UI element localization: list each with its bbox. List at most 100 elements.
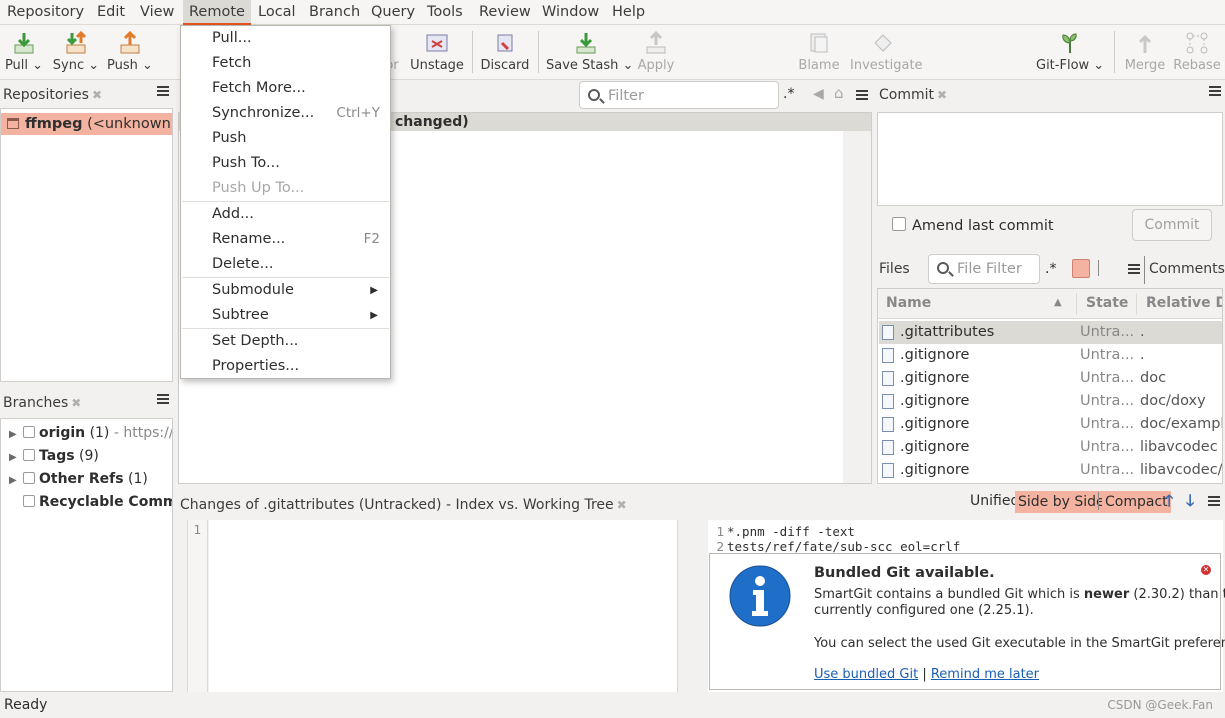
git-flow-button[interactable]: Git-Flow ⌄ (1036, 25, 1104, 80)
menu-local[interactable]: Local (252, 0, 302, 25)
menu-item-pull[interactable]: Pull... (181, 26, 390, 51)
menu-item-fetch[interactable]: Fetch (181, 51, 390, 76)
regex-toggle[interactable]: .* (783, 86, 794, 102)
checkbox[interactable] (23, 472, 35, 484)
expand-icon[interactable]: ▶ (9, 446, 23, 469)
back-icon[interactable]: ◀ (813, 86, 824, 102)
use-bundled-git-link[interactable]: Use bundled Git (814, 667, 918, 682)
scrollbar[interactable] (843, 131, 871, 483)
apply-button[interactable]: Apply (636, 25, 676, 80)
menu-item-push-up-to[interactable]: Push Up To... (181, 176, 390, 201)
home-icon[interactable]: ⌂ (834, 84, 844, 102)
menu-icon[interactable] (1208, 496, 1220, 506)
expand-icon[interactable]: ▶ (9, 469, 23, 492)
checkbox[interactable] (23, 449, 35, 461)
next-change-icon[interactable]: 🡓 (1186, 490, 1194, 517)
file-icon (882, 463, 894, 478)
investigate-button[interactable]: Investigate (850, 25, 923, 80)
blame-button[interactable]: Blame (796, 25, 842, 80)
checkbox[interactable] (892, 217, 906, 231)
comments-tab[interactable]: Comments (1149, 261, 1225, 277)
close-icon[interactable]: ✕ (1201, 565, 1211, 575)
table-row[interactable]: .gitignore Untra.... (879, 344, 1222, 367)
left-diff-pane[interactable] (209, 520, 678, 692)
menu-icon[interactable] (856, 90, 868, 100)
table-row[interactable]: .gitattributes Untra.... (879, 321, 1222, 344)
commit-message-input[interactable] (877, 112, 1223, 206)
file-icon (882, 394, 894, 409)
file-filter-icon[interactable] (1072, 259, 1090, 278)
menu-review[interactable]: Review (473, 0, 537, 25)
menu-tools[interactable]: Tools (421, 0, 469, 25)
table-row[interactable]: .gitignore Untra... doc (879, 367, 1222, 390)
commit-button[interactable]: Commit (1132, 209, 1212, 241)
menu-item-fetch-more[interactable]: Fetch More... (181, 76, 390, 101)
close-icon[interactable]: ✖ (71, 396, 81, 410)
menu-help[interactable]: Help (606, 0, 651, 25)
repositories-panel: ffmpeg (<unknown (0, 108, 173, 382)
close-icon[interactable]: ✖ (617, 498, 627, 512)
unstage-button[interactable]: Unstage (408, 25, 466, 80)
merge-button[interactable]: Merge (1124, 25, 1166, 80)
prev-change-icon[interactable]: 🡑 (1165, 490, 1173, 517)
pull-button[interactable]: Pull ⌄ (2, 25, 46, 80)
column-state[interactable]: State (1086, 289, 1128, 317)
menu-item-properties[interactable]: Properties... (181, 354, 390, 379)
menu-item-synchronize[interactable]: Synchronize... Ctrl+Y (181, 101, 390, 126)
side-by-side-toggle[interactable]: Side by Side (1015, 491, 1108, 513)
menu-window[interactable]: Window (536, 0, 605, 25)
push-icon (120, 31, 140, 54)
menu-item-push-to[interactable]: Push To... (181, 151, 390, 176)
table-row[interactable]: .gitignore Untra... libavcodec (879, 436, 1222, 459)
table-row[interactable]: .gitignore Untra... doc/doxy (879, 390, 1222, 413)
close-icon[interactable]: ✖ (92, 88, 102, 102)
regex-toggle[interactable]: .* (1045, 261, 1056, 277)
checkbox[interactable] (23, 426, 35, 438)
menu-item-push[interactable]: Push (181, 126, 390, 151)
menu-icon[interactable] (157, 86, 169, 96)
repository-item[interactable]: ffmpeg (<unknown (1, 113, 172, 135)
amend-checkbox[interactable]: Amend last commit (892, 217, 1054, 234)
push-button[interactable]: Push ⌄ (106, 25, 154, 80)
menu-view[interactable]: View (134, 0, 180, 25)
menu-edit[interactable]: Edit (91, 0, 131, 25)
discard-button[interactable]: Discard (480, 25, 530, 80)
branch-tags[interactable]: ▶ Tags (9) (9, 445, 99, 468)
close-icon[interactable]: ✖ (937, 88, 947, 102)
menu-branch[interactable]: Branch (303, 0, 366, 25)
sort-asc-icon: ▲ (1054, 297, 1062, 308)
column-relative-dir[interactable]: Relative Di (1146, 289, 1222, 317)
line-number-gutter: 1 (188, 520, 208, 692)
menu-icon[interactable] (157, 394, 169, 404)
menu-item-delete[interactable]: Delete... (181, 252, 390, 277)
branch-recyclable[interactable]: Recyclable Commit (9, 491, 172, 514)
menu-item-add[interactable]: Add... (181, 202, 390, 227)
menu-repository[interactable]: Repository (1, 0, 90, 25)
menu-item-subtree[interactable]: Subtree ▶ (181, 303, 390, 328)
menu-item-set-depth[interactable]: Set Depth... (181, 329, 390, 354)
column-name[interactable]: Name (886, 289, 931, 317)
menu-query[interactable]: Query (365, 0, 421, 25)
file-icon (882, 371, 894, 386)
compact-toggle[interactable]: Compact (1102, 491, 1171, 513)
menu-icon[interactable] (1128, 264, 1140, 274)
menu-icon[interactable] (1209, 86, 1221, 96)
table-row[interactable]: .gitignore Untra... libavcodec/t (879, 459, 1222, 482)
sync-button[interactable]: Sync ⌄ (52, 25, 100, 80)
branch-origin[interactable]: ▶origin (1) - https://g (9, 422, 172, 446)
repository-icon (7, 118, 19, 129)
unified-toggle[interactable]: Unified (970, 493, 1019, 509)
checkbox[interactable] (23, 495, 35, 507)
filter-input[interactable]: Filter (579, 81, 779, 109)
menu-item-submodule[interactable]: Submodule ▶ (181, 278, 390, 303)
remind-later-link[interactable]: Remind me later (931, 667, 1039, 682)
branch-other-refs[interactable]: ▶ Other Refs (1) (9, 468, 148, 491)
rebase-button[interactable]: Rebase (1172, 25, 1222, 80)
expand-icon[interactable]: ▶ (9, 423, 23, 446)
menu-item-rename[interactable]: Rename... F2 (181, 227, 390, 252)
menu-remote[interactable]: Remote (183, 0, 251, 25)
table-row[interactable]: .gitignore Untra... doc/exampl (879, 413, 1222, 436)
status-text: Ready (4, 697, 48, 713)
file-filter-input[interactable]: File Filter (928, 254, 1040, 284)
save-stash-button[interactable]: Save Stash ⌄ (546, 25, 633, 80)
